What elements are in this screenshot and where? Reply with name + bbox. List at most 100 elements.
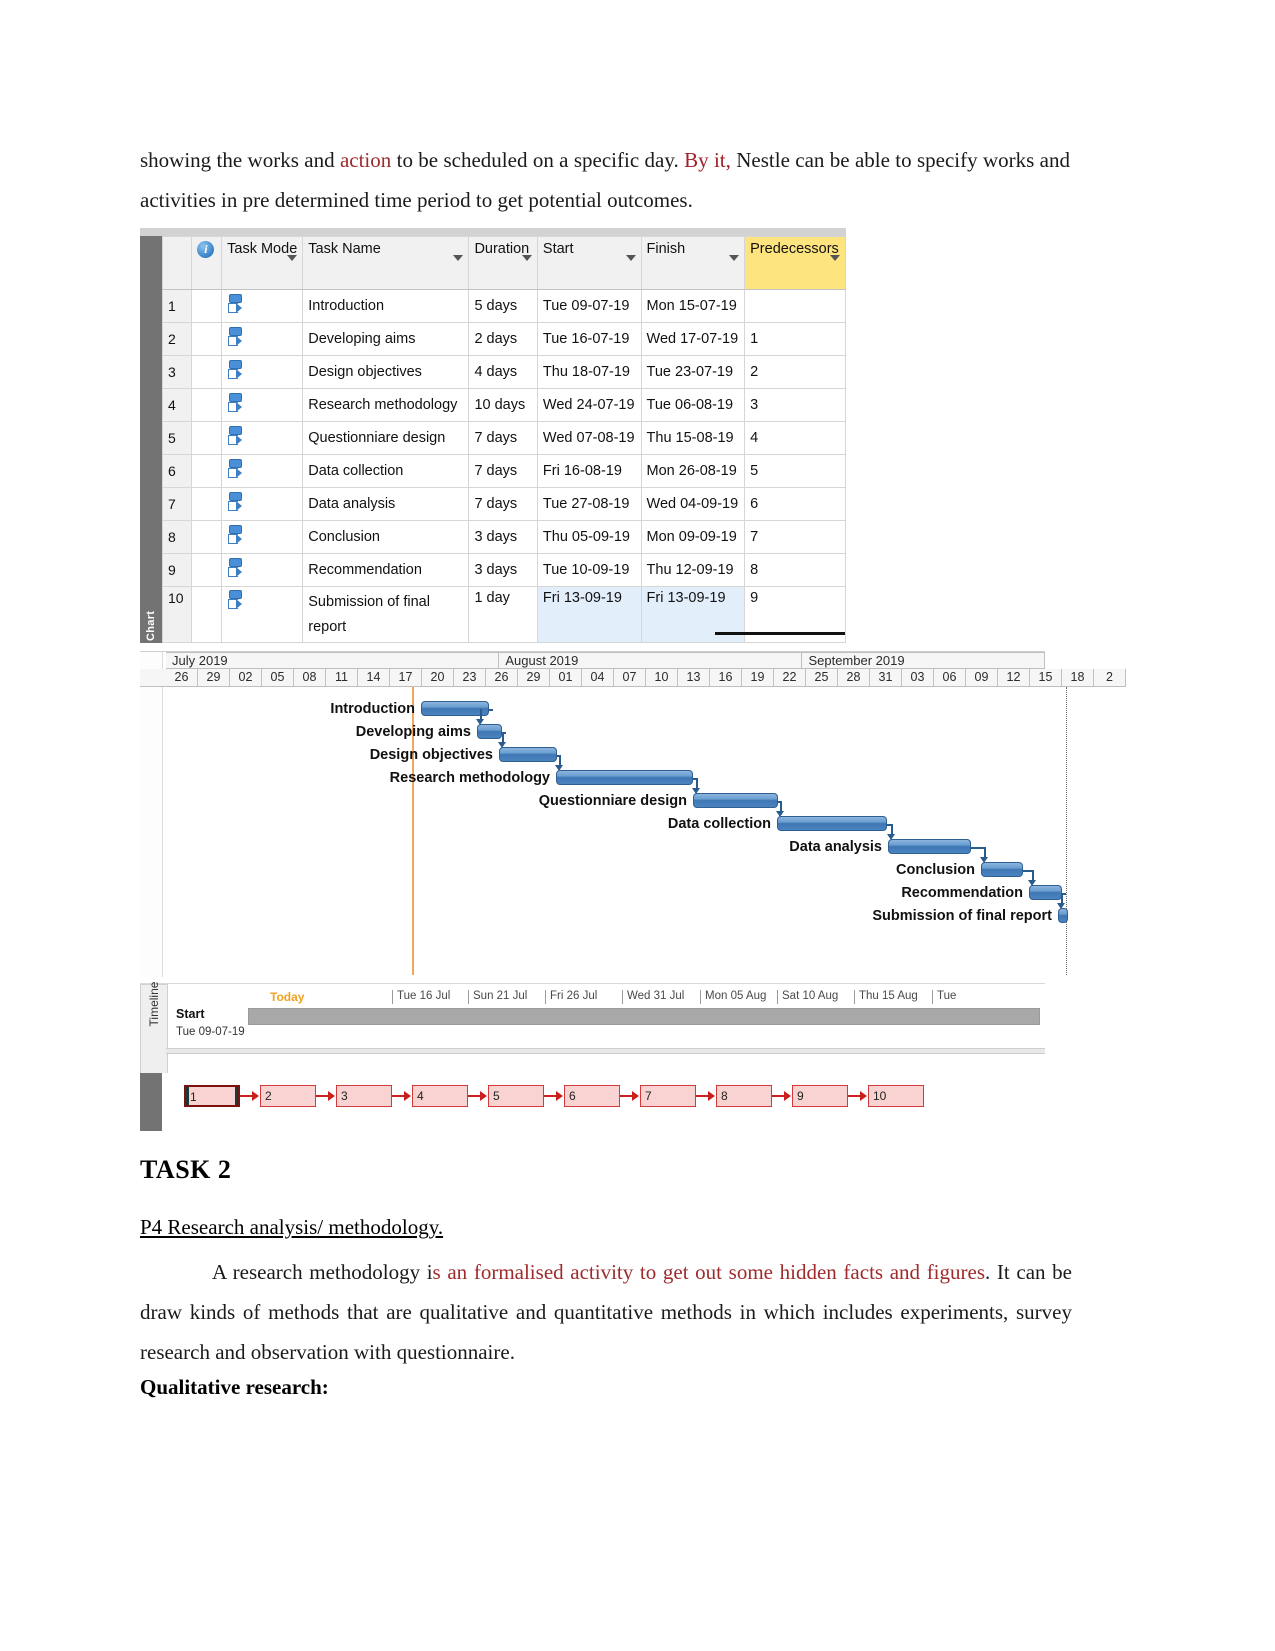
chevron-down-icon[interactable] [521,255,532,261]
network-node[interactable]: 3 [336,1085,392,1107]
gantt-task-bar[interactable] [477,724,502,739]
chevron-down-icon[interactable] [830,255,840,261]
row-task-name[interactable]: Recommendation [302,553,470,587]
network-node[interactable]: 9 [792,1085,848,1107]
row-duration[interactable]: 5 days [468,289,538,323]
network-node[interactable]: 4 [412,1085,468,1107]
row-predecessors[interactable]: 5 [744,454,846,488]
gantt-task-bar[interactable] [421,701,489,716]
table-row[interactable]: 7 Data analysis 7 days Tue 27-08-19 Wed 04-0… [161,487,846,521]
row-start-date[interactable]: Tue 09-07-19 [536,289,642,323]
network-node[interactable]: 10 [868,1085,924,1107]
row-start-date[interactable]: Tue 16-07-19 [536,322,642,356]
gantt-task-bar[interactable] [777,816,887,831]
network-node[interactable]: 6 [564,1085,620,1107]
chevron-down-icon[interactable] [453,255,464,261]
table-row[interactable]: 4 Research methodology 10 days Wed 24-07-19… [161,388,846,422]
row-task-name[interactable]: Submission of final report [302,586,470,643]
row-finish-date[interactable]: Wed 17-07-19 [640,322,746,356]
row-task-mode-cell[interactable] [221,553,304,587]
row-predecessors[interactable] [744,289,846,323]
row-task-mode-cell[interactable] [221,289,304,323]
col-header-task-mode[interactable]: Task Mode [221,236,304,290]
gantt-task-bar[interactable] [556,770,693,785]
gantt-task-bar[interactable] [1058,908,1068,923]
network-node[interactable]: 2 [260,1085,316,1107]
row-duration[interactable]: 3 days [468,520,538,554]
row-finish-date[interactable]: Mon 26-08-19 [640,454,746,488]
row-predecessors[interactable]: 6 [744,487,846,521]
gantt-chart-side-tab[interactable]: ntt Chart [140,236,162,659]
row-finish-date[interactable]: Wed 04-09-19 [640,487,746,521]
row-task-name[interactable]: Research methodology [302,388,470,422]
gantt-task-bar[interactable] [499,747,557,762]
gantt-task-bar[interactable] [981,862,1023,877]
row-duration[interactable]: 7 days [468,454,538,488]
row-task-name[interactable]: Questionniare design [302,421,470,455]
chevron-down-icon[interactable] [287,255,298,261]
row-start-date[interactable]: Thu 05-09-19 [536,520,642,554]
row-predecessors[interactable]: 3 [744,388,846,422]
network-node[interactable]: 8 [716,1085,772,1107]
row-task-name[interactable]: Data analysis [302,487,470,521]
row-task-mode-cell[interactable] [221,454,304,488]
row-task-mode-cell[interactable] [221,355,304,389]
row-task-mode-cell[interactable] [221,322,304,356]
row-finish-date[interactable]: Mon 09-09-19 [640,520,746,554]
row-task-mode-cell[interactable] [221,487,304,521]
network-node[interactable]: 7 [640,1085,696,1107]
row-predecessors[interactable]: 4 [744,421,846,455]
row-start-date[interactable]: Thu 18-07-19 [536,355,642,389]
row-finish-date[interactable]: Tue 23-07-19 [640,355,746,389]
row-duration[interactable]: 10 days [468,388,538,422]
table-row[interactable]: 2 Developing aims 2 days Tue 16-07-19 Wed 17… [161,322,846,356]
row-task-name[interactable]: Design objectives [302,355,470,389]
network-node[interactable]: 1 [184,1085,240,1107]
row-task-mode-cell[interactable] [221,520,304,554]
network-node[interactable]: 5 [488,1085,544,1107]
row-task-mode-cell[interactable] [221,421,304,455]
col-header-task-name[interactable]: Task Name [302,236,470,290]
row-start-date[interactable]: Fri 13-09-19 [536,586,642,643]
row-duration[interactable]: 3 days [468,553,538,587]
row-finish-date[interactable]: Mon 15-07-19 [640,289,746,323]
row-finish-date[interactable]: Thu 15-08-19 [640,421,746,455]
row-duration[interactable]: 2 days [468,322,538,356]
timeline-side-tab[interactable]: Timeline [140,982,168,1076]
row-predecessors[interactable]: 8 [744,553,846,587]
row-task-mode-cell[interactable] [221,586,304,643]
row-task-name[interactable]: Introduction [302,289,470,323]
gantt-task-bar[interactable] [693,793,778,808]
row-finish-date[interactable]: Tue 06-08-19 [640,388,746,422]
row-start-date[interactable]: Tue 27-08-19 [536,487,642,521]
row-duration[interactable]: 7 days [468,487,538,521]
row-task-name[interactable]: Conclusion [302,520,470,554]
row-start-date[interactable]: Tue 10-09-19 [536,553,642,587]
table-row[interactable]: 6 Data collection 7 days Fri 16-08-19 Mon 26… [161,454,846,488]
row-task-mode-cell[interactable] [221,388,304,422]
row-duration[interactable]: 7 days [468,421,538,455]
row-start-date[interactable]: Wed 07-08-19 [536,421,642,455]
gantt-task-bar[interactable] [1029,885,1062,900]
row-start-date[interactable]: Fri 16-08-19 [536,454,642,488]
row-predecessors[interactable]: 1 [744,322,846,356]
row-predecessors[interactable]: 7 [744,520,846,554]
row-task-name[interactable]: Data collection [302,454,470,488]
row-predecessors[interactable]: 2 [744,355,846,389]
timeline-project-bar[interactable] [248,1008,1040,1025]
row-finish-date[interactable]: Thu 12-09-19 [640,553,746,587]
chevron-down-icon[interactable] [625,255,636,261]
col-header-predecessors[interactable]: Predecessors [744,236,846,290]
row-start-date[interactable]: Wed 24-07-19 [536,388,642,422]
col-header-finish[interactable]: Finish [640,236,746,290]
table-row[interactable]: 3 Design objectives 4 days Thu 18-07-19 Tue … [161,355,846,389]
row-duration[interactable]: 1 day [468,586,538,643]
col-header-start[interactable]: Start [536,236,642,290]
row-duration[interactable]: 4 days [468,355,538,389]
table-row[interactable]: 5 Questionniare design 7 days Wed 07-08-19 T… [161,421,846,455]
chevron-down-icon[interactable] [729,255,740,261]
col-header-duration[interactable]: Duration [468,236,538,290]
gantt-task-bar[interactable] [888,839,971,854]
table-row[interactable]: 9 Recommendation 3 days Tue 10-09-19 Thu 12-… [161,553,846,587]
table-row[interactable]: 1 Introduction 5 days Tue 09-07-19 Mon 15-07… [161,289,846,323]
